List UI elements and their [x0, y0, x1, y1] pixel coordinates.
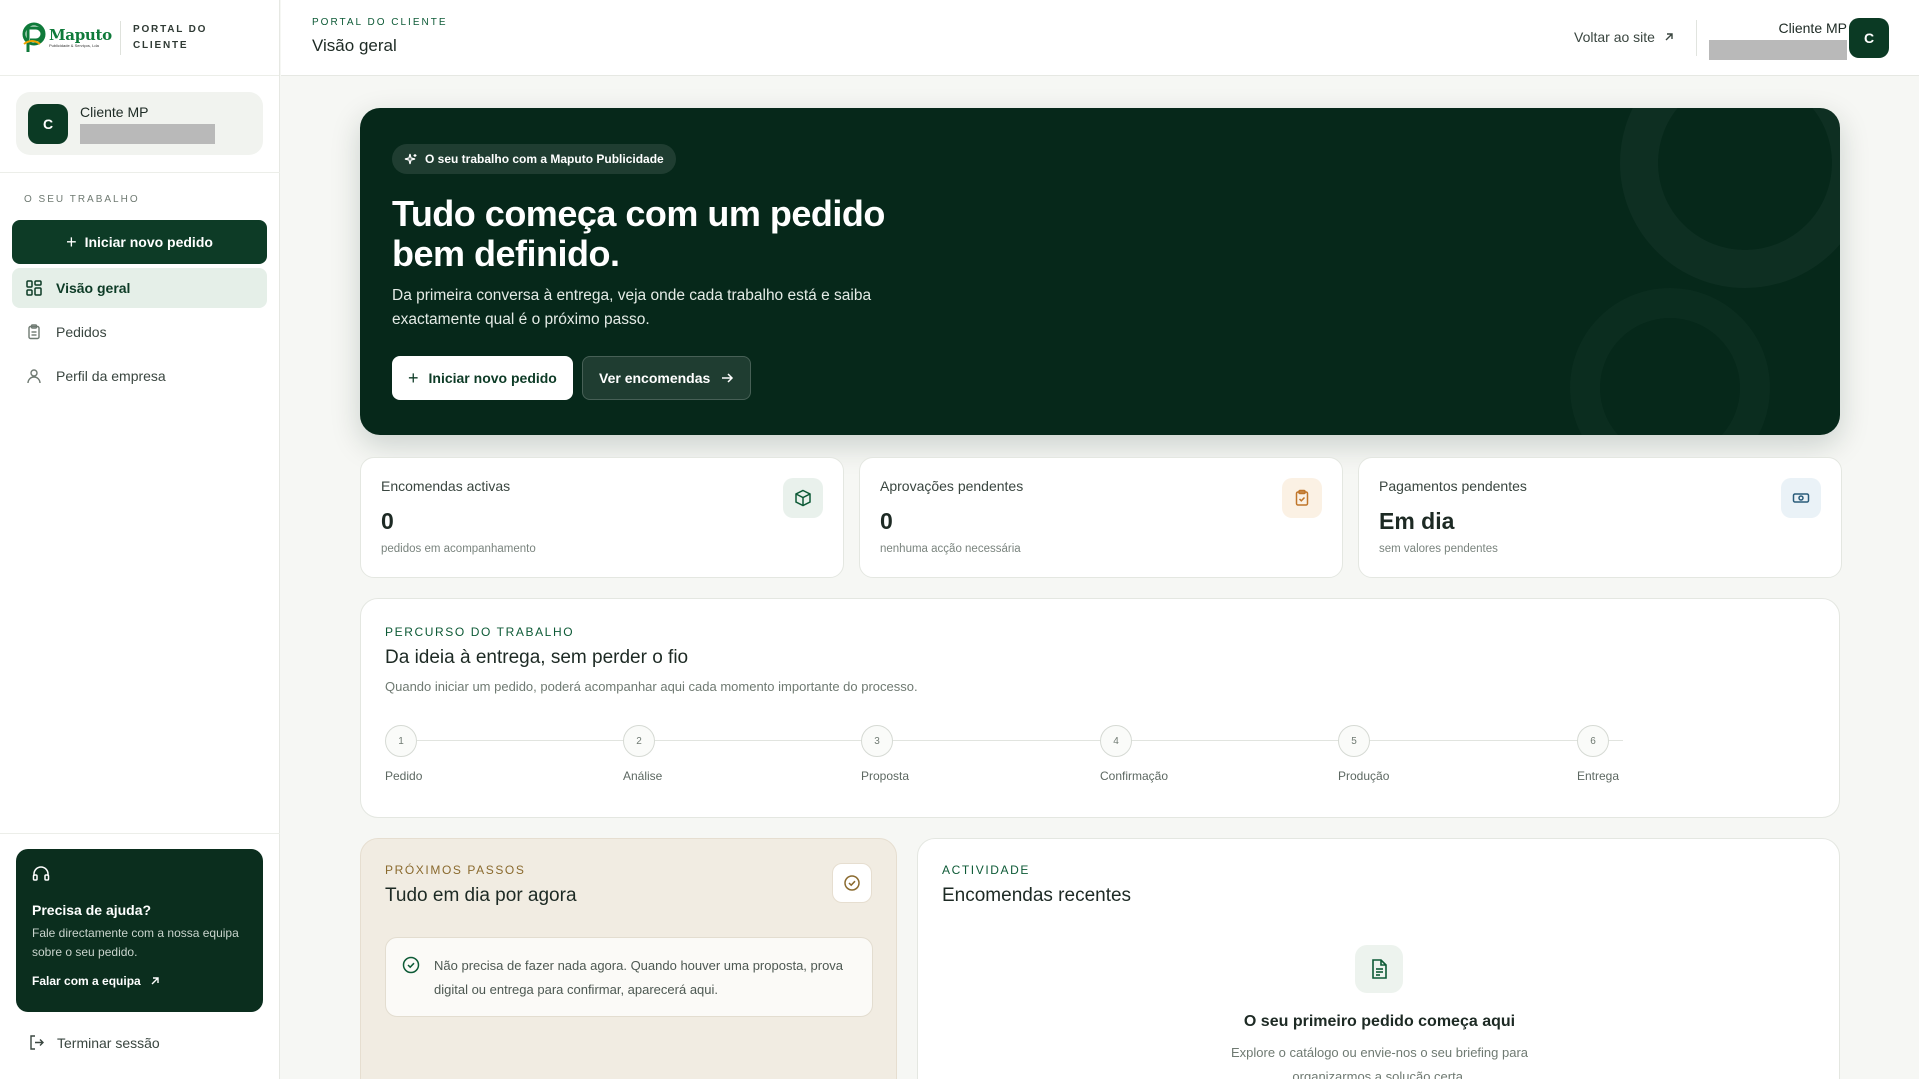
decorative-ring	[1570, 288, 1770, 435]
sidebar-item-label: Perfil da empresa	[56, 368, 166, 384]
decorative-ring	[1620, 108, 1840, 288]
back-to-site-link[interactable]: Voltar ao site	[1574, 29, 1675, 45]
next-steps-message: Não precisa de fazer nada agora. Quando …	[385, 937, 873, 1017]
sidebar-user-card[interactable]: C Cliente MP	[16, 92, 263, 155]
help-title: Precisa de ajuda?	[32, 902, 152, 918]
help-card: Precisa de ajuda? Fale directamente com …	[16, 849, 263, 1012]
section-subtitle: Quando iniciar um pedido, poderá acompan…	[385, 679, 918, 694]
topbar: PORTAL DO CLIENTE Visão geral Voltar ao …	[281, 0, 1919, 76]
stat-card-pending-approvals: Aprovações pendentes 0 nenhuma acção nec…	[859, 457, 1343, 578]
journey-step: 1 Pedido	[385, 725, 422, 783]
step-number: 4	[1100, 725, 1132, 757]
redacted-email	[80, 123, 215, 144]
hero-title: Tudo começa com um pedido bem definido.	[392, 193, 885, 274]
sidebar-item-label: Visão geral	[56, 280, 131, 296]
new-order-button[interactable]: + Iniciar novo pedido	[12, 220, 267, 264]
step-label: Proposta	[861, 769, 910, 783]
stat-value: Em dia	[1379, 508, 1455, 534]
logout-button[interactable]: Terminar sessão	[28, 1034, 160, 1051]
section-title: Encomendas recentes	[942, 885, 1132, 906]
help-text: Fale directamente com a nossa equipa sob…	[32, 926, 239, 959]
sidebar-item-company-profile[interactable]: Perfil da empresa	[12, 356, 267, 396]
empty-state-title: O seu primeiro pedido começa aqui	[1243, 1013, 1516, 1030]
journey-step: 3 Proposta	[861, 725, 909, 783]
brand-divider	[120, 20, 121, 55]
section-title: Da ideia à entrega, sem perder o fio	[385, 647, 689, 668]
step-number: 2	[623, 725, 655, 757]
activity-card: ACTIVIDADE Encomendas recentes O seu pri…	[917, 838, 1840, 1079]
plus-icon: +	[408, 367, 419, 388]
user-name: Cliente MP	[1778, 20, 1847, 36]
divider	[0, 172, 280, 173]
user-name: Cliente MP	[80, 103, 149, 120]
headphones-icon	[32, 866, 50, 881]
hero-banner: O seu trabalho com a Maputo Publicidade …	[360, 108, 1840, 435]
banknote-icon	[1781, 478, 1821, 518]
journey-step: 6 Entrega	[1577, 725, 1619, 783]
grid-icon	[26, 280, 42, 296]
document-icon	[1355, 945, 1403, 993]
topbar-user[interactable]: Cliente MP	[1707, 20, 1847, 60]
section-title: Tudo em dia por agora	[385, 885, 577, 906]
logo-subtitle: Publicidade & Serviços, Lda	[49, 43, 99, 48]
step-label: Entrega	[1577, 769, 1620, 783]
sparkles-icon	[404, 153, 417, 164]
divider	[1696, 20, 1697, 56]
next-steps-card: PRÓXIMOS PASSOS Tudo em dia por agora Nã…	[360, 838, 897, 1079]
stat-value: 0	[381, 508, 394, 534]
step-number: 1	[385, 725, 417, 757]
redacted-email	[1709, 40, 1847, 60]
portal-label: PORTAL DO CLIENTE	[133, 23, 208, 51]
sidebar-item-orders[interactable]: Pedidos	[12, 312, 267, 352]
plus-icon: +	[66, 231, 77, 252]
arrow-right-icon	[722, 373, 734, 383]
box-icon	[783, 478, 823, 518]
divider	[0, 833, 280, 834]
clipboard-icon	[28, 324, 40, 340]
company-logo[interactable]: Maputo Publicidade & Serviços, Lda	[22, 16, 112, 60]
section-eyebrow: PERCURSO DO TRABALHO	[385, 625, 575, 639]
page-title: Visão geral	[312, 36, 397, 55]
step-number: 5	[1338, 725, 1370, 757]
external-link-icon	[1665, 33, 1673, 41]
journey-step: 4 Confirmação	[1100, 725, 1168, 783]
logo-word: Maputo	[49, 26, 112, 44]
brand-header: Maputo Publicidade & Serviços, Lda PORTA…	[0, 0, 279, 76]
logout-icon	[30, 1035, 44, 1050]
breadcrumb: PORTAL DO CLIENTE	[312, 17, 448, 28]
logo-mark-icon	[22, 22, 48, 54]
section-eyebrow: ACTIVIDADE	[942, 863, 1031, 877]
check-circle-icon	[832, 863, 872, 903]
step-number: 6	[1577, 725, 1609, 757]
work-journey-card: PERCURSO DO TRABALHO Da ideia à entrega,…	[360, 598, 1840, 818]
hero-text: Da primeira conversa à entrega, veja ond…	[392, 287, 872, 328]
hero-new-order-button[interactable]: + Iniciar novo pedido	[392, 356, 573, 400]
progress-track	[417, 740, 1623, 741]
clipboard-check-icon	[1282, 478, 1322, 518]
section-eyebrow: PRÓXIMOS PASSOS	[385, 863, 526, 877]
stat-card-active-orders: Encomendas activas 0 pedidos em acompanh…	[360, 457, 844, 578]
step-number: 3	[861, 725, 893, 757]
step-label: Produção	[1338, 769, 1390, 783]
step-label: Pedido	[385, 769, 423, 783]
step-label: Análise	[623, 769, 663, 783]
view-orders-button[interactable]: Ver encomendas	[582, 356, 752, 400]
check-circle-icon	[402, 956, 420, 974]
stat-value: 0	[880, 508, 893, 534]
hero-chip: O seu trabalho com a Maputo Publicidade	[392, 144, 676, 174]
external-link-icon	[151, 977, 159, 985]
sidebar-item-overview[interactable]: Visão geral	[12, 268, 267, 308]
user-icon	[27, 369, 41, 384]
journey-step: 2 Análise	[623, 725, 662, 783]
avatar: C	[28, 103, 68, 144]
contact-team-link[interactable]: Falar com a equipa	[32, 974, 247, 988]
sidebar-item-label: Pedidos	[56, 324, 107, 340]
stat-card-pending-payments: Pagamentos pendentes Em dia sem valores …	[1358, 457, 1842, 578]
empty-state-text: Explore o catálogo ou envie-nos o seu br…	[1230, 1045, 1529, 1079]
sidebar: Maputo Publicidade & Serviços, Lda PORTA…	[0, 0, 280, 1079]
journey-step: 5 Produção	[1338, 725, 1389, 783]
step-label: Confirmação	[1100, 769, 1169, 783]
section-label: O SEU TRABALHO	[24, 194, 140, 205]
avatar[interactable]: C	[1849, 18, 1889, 58]
